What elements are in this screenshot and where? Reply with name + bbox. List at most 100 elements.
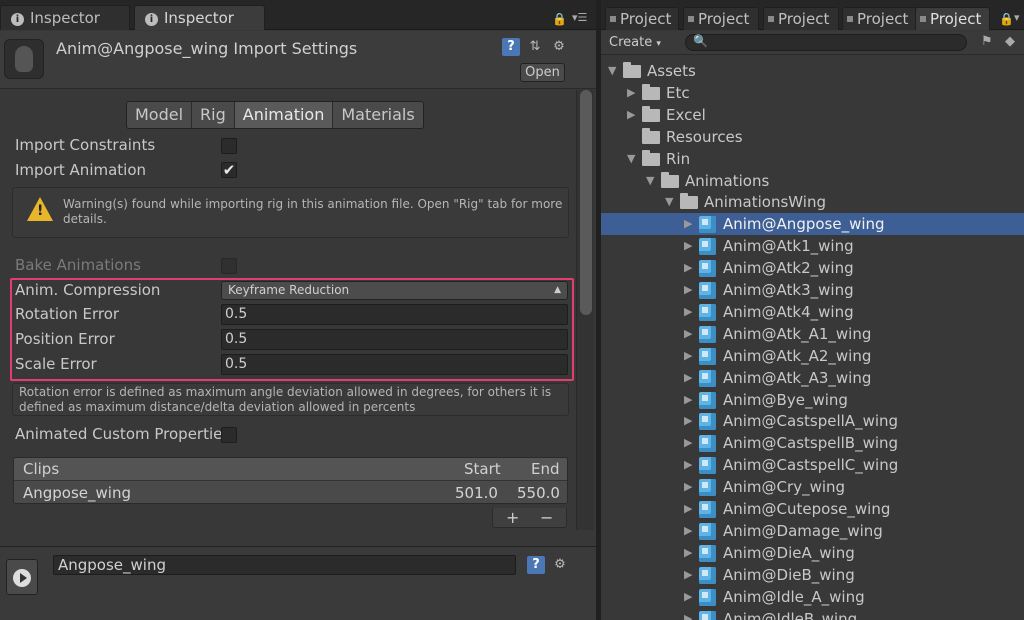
collapsed-arrow-icon[interactable]: ▶ bbox=[684, 323, 692, 345]
search-input[interactable]: 🔍 bbox=[685, 34, 967, 51]
search-icon: 🔍 bbox=[693, 34, 708, 48]
scroll-thumb[interactable] bbox=[580, 90, 592, 315]
tree-folder-row[interactable]: ▶ Etc bbox=[601, 82, 1024, 104]
tree-asset-row[interactable]: ▶ Anim@CastspellA_wing bbox=[601, 410, 1024, 432]
tab-project-3[interactable]: Project bbox=[763, 7, 839, 30]
tree-asset-row[interactable]: ▶ Anim@Atk1_wing bbox=[601, 235, 1024, 257]
collapsed-arrow-icon[interactable]: ▶ bbox=[684, 586, 692, 608]
anim-compression-dropdown[interactable]: Keyframe Reduction ▲ bbox=[221, 281, 568, 300]
filter-label-icon[interactable]: ◆ bbox=[1005, 34, 1015, 49]
tree-asset-row[interactable]: ▶ Anim@Damage_wing bbox=[601, 520, 1024, 542]
preset-icon[interactable]: ⇅ bbox=[526, 38, 544, 56]
tab-inspector-2[interactable]: i Inspector bbox=[134, 5, 265, 30]
project-panel: Project Project Project Project Project … bbox=[601, 0, 1024, 620]
tab-project-1[interactable]: Project bbox=[605, 7, 679, 30]
expanded-arrow-icon[interactable]: ▼ bbox=[646, 170, 654, 192]
create-button[interactable]: Create ▾ bbox=[609, 33, 673, 52]
tab-inspector-1[interactable]: i Inspector bbox=[0, 5, 130, 30]
collapsed-arrow-icon[interactable]: ▶ bbox=[684, 564, 692, 586]
gear-icon[interactable]: ⚙ bbox=[550, 38, 568, 56]
play-button[interactable] bbox=[6, 559, 38, 595]
collapsed-arrow-icon[interactable]: ▶ bbox=[684, 367, 692, 389]
collapsed-arrow-icon[interactable]: ▶ bbox=[684, 257, 692, 279]
filter-type-icon[interactable]: ⚑ bbox=[981, 34, 993, 49]
tree-asset-row[interactable]: ▶ Anim@Angpose_wing bbox=[601, 213, 1024, 236]
import-constraints-checkbox[interactable] bbox=[221, 138, 237, 154]
rotation-error-field[interactable]: 0.5 bbox=[221, 304, 568, 325]
collapsed-arrow-icon[interactable]: ▶ bbox=[684, 542, 692, 564]
tab-rig[interactable]: Rig bbox=[192, 102, 235, 128]
tree-asset-row[interactable]: ▶ Anim@IdleB_wing bbox=[601, 608, 1024, 620]
tree-asset-row[interactable]: ▶ Anim@Atk_A2_wing bbox=[601, 345, 1024, 367]
gear-icon[interactable]: ⚙ bbox=[551, 556, 569, 574]
tree-asset-row[interactable]: ▶ Anim@DieA_wing bbox=[601, 542, 1024, 564]
collapsed-arrow-icon[interactable]: ▶ bbox=[684, 432, 692, 454]
tab-project-4[interactable]: Project bbox=[842, 7, 918, 30]
model-icon bbox=[699, 479, 716, 497]
lock-icon[interactable]: 🔒 bbox=[552, 12, 567, 26]
tree-item-label: Anim@Atk_A1_wing bbox=[723, 324, 872, 343]
tree-asset-row[interactable]: ▶ Anim@Atk_A1_wing bbox=[601, 323, 1024, 345]
remove-clip-button[interactable]: − bbox=[540, 508, 553, 527]
tree-asset-row[interactable]: ▶ Anim@Bye_wing bbox=[601, 389, 1024, 411]
position-error-field[interactable]: 0.5 bbox=[221, 329, 568, 350]
tree-folder-row[interactable]: ▶ Excel bbox=[601, 104, 1024, 126]
anim-compression-value: Keyframe Reduction bbox=[228, 283, 350, 297]
lock-icon[interactable]: 🔒 bbox=[999, 12, 1014, 26]
tree-folder-row[interactable]: ▼ AnimationsWing bbox=[601, 191, 1024, 213]
collapsed-arrow-icon[interactable]: ▶ bbox=[684, 608, 692, 620]
model-icon bbox=[699, 413, 716, 431]
tree-asset-row[interactable]: ▶ Anim@Atk3_wing bbox=[601, 279, 1024, 301]
tree-folder-row[interactable]: Resources bbox=[601, 126, 1024, 148]
scale-error-field[interactable]: 0.5 bbox=[221, 354, 568, 375]
expanded-arrow-icon[interactable]: ▼ bbox=[627, 148, 635, 170]
collapsed-arrow-icon[interactable]: ▶ bbox=[684, 520, 692, 542]
tree-folder-row[interactable]: ▼ Assets bbox=[601, 60, 1024, 82]
warning-icon: ! bbox=[27, 197, 53, 221]
collapsed-arrow-icon[interactable]: ▶ bbox=[684, 213, 692, 235]
inspector-scrollbar[interactable] bbox=[576, 90, 594, 530]
tab-project-5[interactable]: Project bbox=[915, 7, 990, 30]
collapsed-arrow-icon[interactable]: ▶ bbox=[684, 389, 692, 411]
collapsed-arrow-icon[interactable]: ▶ bbox=[684, 454, 692, 476]
collapsed-arrow-icon[interactable]: ▶ bbox=[684, 301, 692, 323]
tree-folder-row[interactable]: ▼ Animations bbox=[601, 170, 1024, 192]
model-icon bbox=[699, 544, 716, 562]
tree-asset-row[interactable]: ▶ Anim@Atk2_wing bbox=[601, 257, 1024, 279]
animated-custom-properties-checkbox[interactable] bbox=[221, 427, 237, 443]
collapsed-arrow-icon[interactable]: ▶ bbox=[627, 104, 635, 126]
tree-asset-row[interactable]: ▶ Anim@CastspellB_wing bbox=[601, 432, 1024, 454]
tree-asset-row[interactable]: ▶ Anim@Atk4_wing bbox=[601, 301, 1024, 323]
tree-asset-row[interactable]: ▶ Anim@Idle_A_wing bbox=[601, 586, 1024, 608]
tree-asset-row[interactable]: ▶ Anim@DieB_wing bbox=[601, 564, 1024, 586]
open-button[interactable]: Open bbox=[520, 63, 565, 82]
collapsed-arrow-icon[interactable]: ▶ bbox=[684, 235, 692, 257]
help-icon[interactable]: ? bbox=[527, 556, 545, 574]
collapsed-arrow-icon[interactable]: ▶ bbox=[684, 279, 692, 301]
tab-project-2[interactable]: Project bbox=[683, 7, 759, 30]
tree-folder-row[interactable]: ▼ Rin bbox=[601, 148, 1024, 170]
collapsed-arrow-icon[interactable]: ▶ bbox=[684, 345, 692, 367]
clip-name: Angpose_wing bbox=[23, 484, 131, 502]
tree-asset-row[interactable]: ▶ Anim@Cutepose_wing bbox=[601, 498, 1024, 520]
tab-menu-icon[interactable]: ▾ bbox=[1014, 11, 1020, 24]
tab-animation[interactable]: Animation bbox=[234, 102, 334, 128]
tree-asset-row[interactable]: ▶ Anim@Atk_A3_wing bbox=[601, 367, 1024, 389]
help-icon[interactable]: ? bbox=[502, 38, 520, 56]
collapsed-arrow-icon[interactable]: ▶ bbox=[627, 82, 635, 104]
tab-menu-icon[interactable]: ▾☰ bbox=[572, 11, 587, 24]
collapsed-arrow-icon[interactable]: ▶ bbox=[684, 498, 692, 520]
collapsed-arrow-icon[interactable]: ▶ bbox=[684, 476, 692, 498]
model-icon bbox=[699, 391, 716, 409]
import-animation-checkbox[interactable]: ✔ bbox=[221, 162, 237, 178]
add-clip-button[interactable]: + bbox=[506, 508, 519, 527]
tree-asset-row[interactable]: ▶ Anim@Cry_wing bbox=[601, 476, 1024, 498]
expanded-arrow-icon[interactable]: ▼ bbox=[665, 191, 673, 213]
collapsed-arrow-icon[interactable]: ▶ bbox=[684, 410, 692, 432]
expanded-arrow-icon[interactable]: ▼ bbox=[608, 60, 616, 82]
tab-materials[interactable]: Materials bbox=[333, 102, 423, 128]
tab-model[interactable]: Model bbox=[127, 102, 193, 128]
table-row[interactable]: Angpose_wing 501.0 550.0 bbox=[14, 480, 567, 503]
clip-name-field[interactable]: Angpose_wing bbox=[53, 555, 516, 575]
tree-asset-row[interactable]: ▶ Anim@CastspellC_wing bbox=[601, 454, 1024, 476]
